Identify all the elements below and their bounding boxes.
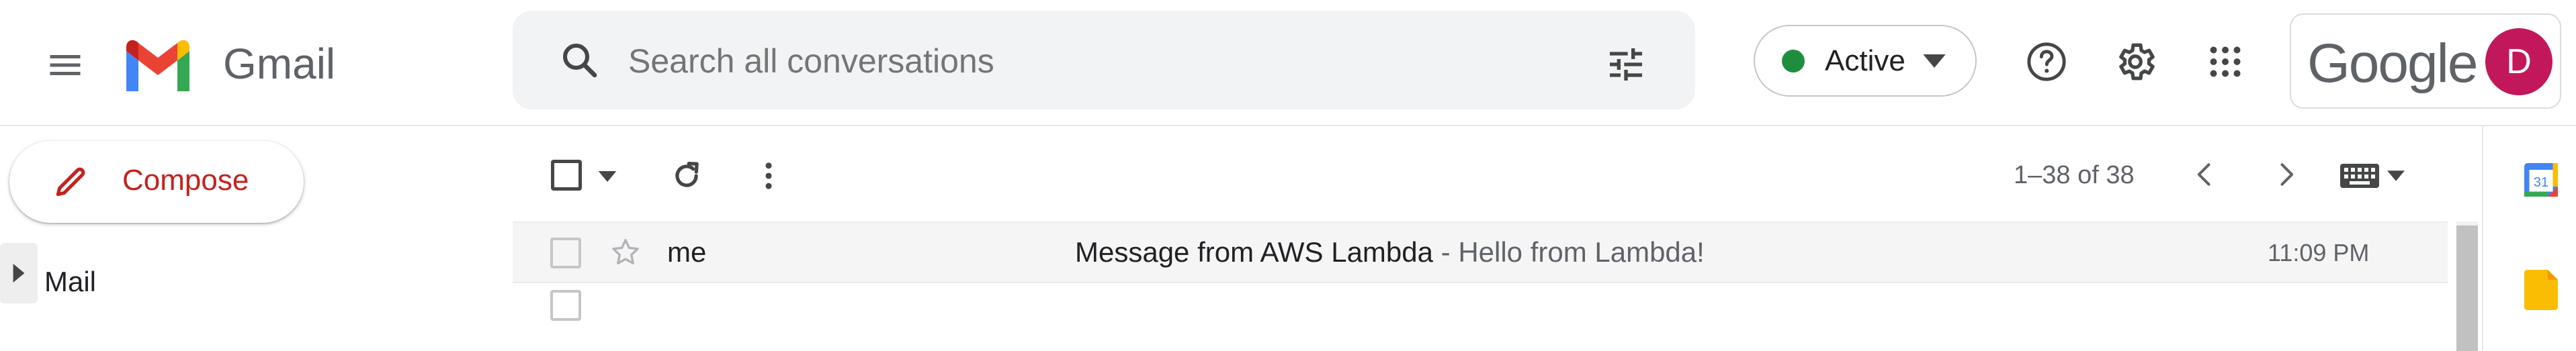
more-vert-icon: [765, 162, 772, 189]
email-sender: me: [667, 236, 707, 268]
calendar-icon: 31: [2524, 163, 2558, 197]
scrollbar-thumb[interactable]: [2456, 225, 2478, 351]
menu-icon: [50, 55, 81, 75]
calendar-day: 31: [2534, 175, 2548, 190]
nav-section-mail[interactable]: Mail: [44, 266, 96, 298]
google-account-button[interactable]: Google D: [2290, 13, 2561, 109]
email-row-checkbox[interactable]: [550, 290, 581, 321]
google-apps-button[interactable]: [2192, 28, 2259, 95]
mail-section-toggle[interactable]: [0, 243, 38, 303]
gmail-logo[interactable]: Gmail: [121, 27, 335, 101]
chevron-right-icon: [2280, 163, 2294, 186]
search-bar[interactable]: [513, 11, 1695, 109]
email-snippet: - Hello from Lambda!: [1433, 236, 1705, 268]
search-button[interactable]: [552, 32, 608, 89]
older-page-button[interactable]: [2264, 153, 2307, 196]
search-icon: [562, 43, 597, 78]
email-time: 11:09 PM: [2268, 239, 2370, 266]
refresh-button[interactable]: [665, 154, 708, 197]
search-input[interactable]: [627, 30, 1503, 93]
email-subject: Message from AWS Lambda: [1075, 236, 1433, 268]
caret-down-icon: [2387, 170, 2405, 181]
tune-icon: [1610, 48, 1642, 81]
newer-page-button[interactable]: [2184, 153, 2227, 196]
keep-icon: [2524, 270, 2558, 310]
caret-down-icon: [598, 171, 617, 182]
top-header: Gmail Active Google D: [0, 0, 2576, 126]
settings-button[interactable]: [2102, 28, 2169, 95]
star-icon: [612, 239, 639, 264]
compose-button[interactable]: Compose: [9, 141, 304, 223]
email-row[interactable]: [513, 283, 2448, 350]
calendar-app-button[interactable]: 31: [2520, 158, 2563, 201]
search-options-button[interactable]: [1598, 36, 1654, 93]
avatar: D: [2485, 28, 2552, 95]
keep-app-button[interactable]: [2520, 268, 2563, 311]
status-label: Active: [1825, 44, 1905, 77]
compose-label: Compose: [122, 164, 249, 197]
star-button[interactable]: [607, 234, 644, 271]
status-dot: [1782, 49, 1805, 72]
app-title: Gmail: [223, 40, 336, 88]
caret-right-icon: [13, 264, 25, 283]
side-panel-divider: [2482, 125, 2483, 351]
input-tools-button[interactable]: [2335, 161, 2409, 191]
email-subject-line: Message from AWS Lambda - Hello from Lam…: [1075, 236, 1705, 268]
support-button[interactable]: [2013, 28, 2080, 95]
caret-down-icon: [1923, 54, 1946, 68]
gmail-m-logo-icon: [126, 40, 189, 91]
select-options-button[interactable]: [594, 166, 621, 187]
help-icon: [2027, 42, 2066, 81]
chevron-left-icon: [2197, 163, 2210, 186]
main-menu-button[interactable]: [32, 32, 98, 98]
google-wordmark: Google: [2307, 33, 2478, 94]
status-selector[interactable]: Active: [1754, 25, 1977, 97]
keyboard-icon: [2340, 164, 2379, 188]
email-row-checkbox[interactable]: [550, 238, 581, 268]
refresh-icon: [675, 161, 699, 187]
pencil-icon: [50, 161, 91, 203]
email-list: me Message from AWS Lambda - Hello from …: [513, 221, 2448, 351]
select-all-checkbox[interactable]: [551, 160, 582, 191]
email-row[interactable]: me Message from AWS Lambda - Hello from …: [513, 221, 2448, 283]
pagination-range: 1–38 of 38: [2014, 161, 2135, 189]
apps-grid-icon: [2210, 46, 2241, 77]
more-actions-button[interactable]: [747, 154, 790, 197]
gear-icon: [2119, 43, 2155, 81]
